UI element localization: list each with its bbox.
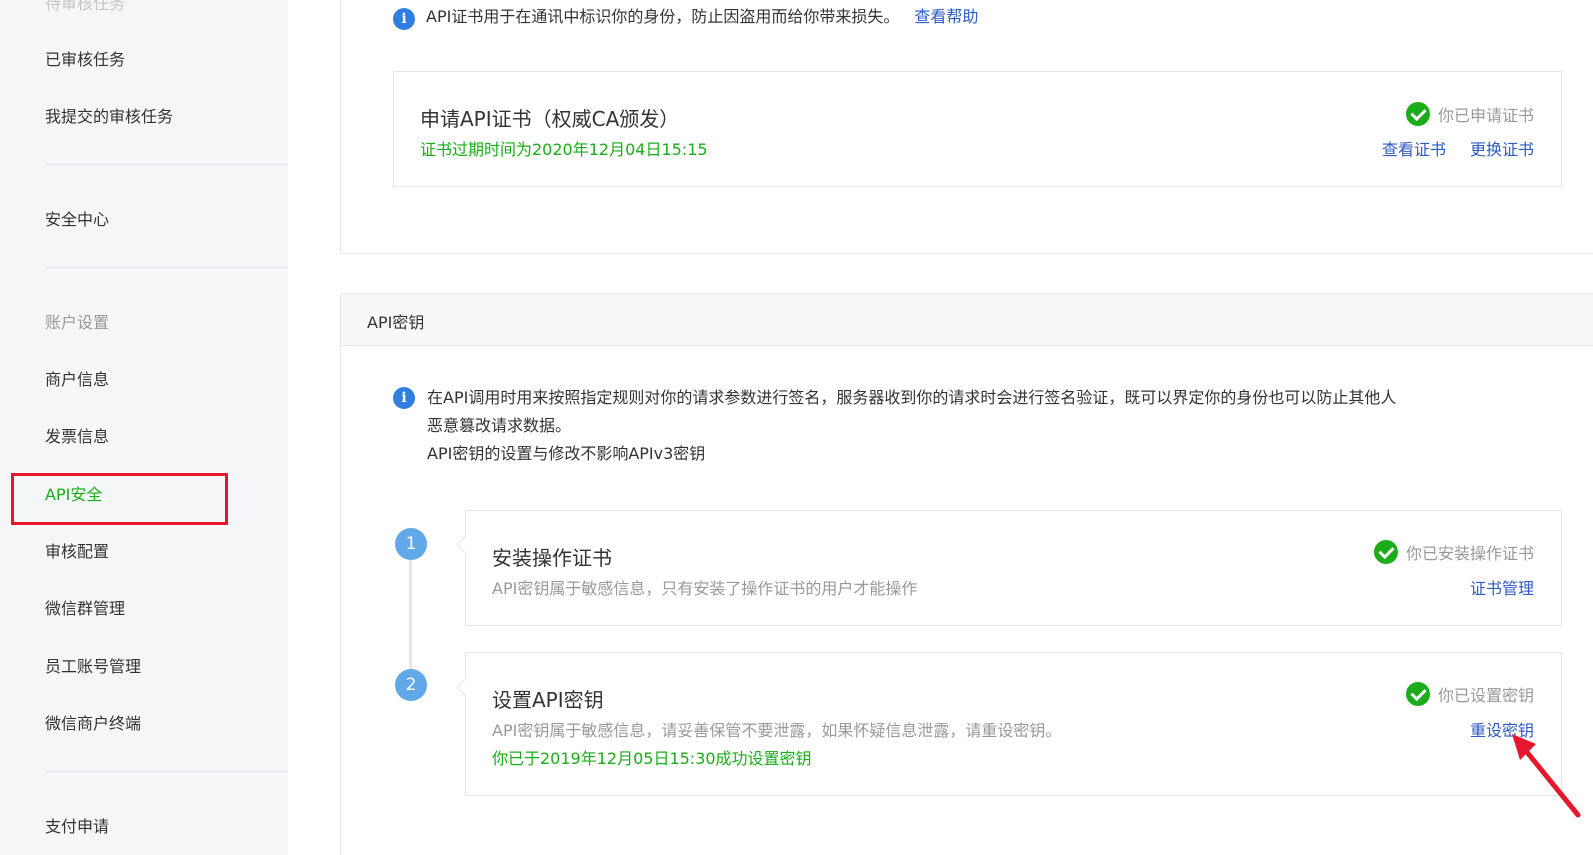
api-key-info-text: 在API调用时用来按照指定规则对你的请求参数进行签名，服务器收到你的请求时会进行…: [427, 384, 1547, 468]
sidebar-item-merchant-info[interactable]: 商户信息: [45, 366, 109, 390]
cert-info-text: API证书用于在通讯中标识你的身份，防止因盗用而给你带来损失。 查看帮助: [426, 3, 978, 31]
sidebar-item-payment-apply[interactable]: 支付申请: [45, 813, 109, 837]
sidebar-item-invoice-info[interactable]: 发票信息: [45, 423, 109, 447]
sidebar-item-reviewed-tasks[interactable]: 已审核任务: [45, 46, 125, 70]
help-link[interactable]: 查看帮助: [914, 7, 978, 26]
api-key-info-line: 在API调用时用来按照指定规则对你的请求参数进行签名，服务器收到你的请求时会进行…: [427, 388, 1397, 407]
step-2-status: 你已设置密钥: [1405, 682, 1534, 706]
step-2-desc: API密钥属于敏感信息，请妥善保管不要泄露，如果怀疑信息泄露，请重设密钥。: [492, 721, 1062, 740]
cert-card-title: 申请API证书（权威CA颁发）: [420, 107, 680, 131]
info-icon: i: [393, 387, 415, 409]
sidebar-group-account-settings: 账户设置: [45, 313, 110, 332]
replace-cert-link[interactable]: 更换证书: [1470, 136, 1534, 160]
check-circle-icon: [1405, 682, 1430, 706]
check-circle-icon: [1373, 540, 1398, 564]
sidebar-item-my-submitted-tasks[interactable]: 我提交的审核任务: [45, 103, 173, 127]
step-1-status-text: 你已安装操作证书: [1405, 544, 1534, 563]
cert-manage-link[interactable]: 证书管理: [1470, 575, 1534, 599]
cert-status-text: 你已申请证书: [1437, 106, 1534, 125]
highlight-box: [11, 473, 228, 525]
sidebar-item-security-center[interactable]: 安全中心: [45, 206, 109, 230]
sidebar-item-review-config[interactable]: 审核配置: [45, 538, 109, 562]
step-number-1: 1: [395, 528, 427, 560]
view-cert-link[interactable]: 查看证书: [1382, 136, 1446, 160]
sidebar-item-wechat-terminal[interactable]: 微信商户终端: [45, 710, 141, 734]
sidebar-divider: [45, 164, 288, 165]
sidebar-item-wechat-group[interactable]: 微信群管理: [45, 595, 125, 619]
step-2-success-note: 你已于2019年12月05日15:30成功设置密钥: [492, 749, 812, 768]
sidebar-item-partial[interactable]: 待审核任务: [45, 0, 125, 14]
api-cert-card: 申请API证书（权威CA颁发） 证书过期时间为2020年12月04日15:15 …: [393, 71, 1562, 187]
api-cert-panel: i API证书用于在通讯中标识你的身份，防止因盗用而给你带来损失。 查看帮助 申…: [340, 0, 1593, 254]
cert-expiry-text: 证书过期时间为2020年12月04日15:15: [420, 140, 708, 159]
step-2-title: 设置API密钥: [492, 688, 604, 712]
set-api-key-card: 设置API密钥 API密钥属于敏感信息，请妥善保管不要泄露，如果怀疑信息泄露，请…: [456, 652, 1562, 796]
sidebar: 待审核任务 已审核任务 我提交的审核任务 安全中心 账户设置 商户信息 发票信息…: [0, 0, 288, 855]
cert-actions: 查看证书 更换证书: [1382, 136, 1534, 160]
api-key-info-line: API密钥的设置与修改不影响APIv3密钥: [427, 444, 706, 463]
install-cert-card: 安装操作证书 API密钥属于敏感信息，只有安装了操作证书的用户才能操作 你已安装…: [456, 510, 1562, 626]
step-connector-line: [409, 544, 412, 686]
api-key-panel-header: API密钥: [341, 294, 1593, 346]
step-1-actions: 证书管理: [1470, 575, 1534, 599]
cert-status: 你已申请证书: [1405, 102, 1534, 126]
sidebar-item-staff-accounts[interactable]: 员工账号管理: [45, 653, 141, 677]
main-content: i API证书用于在通讯中标识你的身份，防止因盗用而给你带来损失。 查看帮助 申…: [288, 0, 1593, 855]
step-1-desc: API密钥属于敏感信息，只有安装了操作证书的用户才能操作: [492, 579, 918, 598]
step-1-title: 安装操作证书: [492, 546, 612, 570]
check-circle-icon: [1405, 102, 1430, 126]
step-number-2: 2: [395, 669, 427, 701]
api-key-panel: API密钥 i 在API调用时用来按照指定规则对你的请求参数进行签名，服务器收到…: [340, 293, 1593, 855]
step-2-status-text: 你已设置密钥: [1437, 686, 1534, 705]
step-1-status: 你已安装操作证书: [1373, 540, 1534, 564]
cert-info-message: API证书用于在通讯中标识你的身份，防止因盗用而给你带来损失。: [426, 7, 900, 26]
api-key-info-line: 恶意篡改请求数据。: [427, 416, 572, 435]
sidebar-divider: [45, 267, 288, 268]
card-pointer: [456, 678, 474, 696]
sidebar-divider: [45, 771, 288, 772]
red-arrow-annotation: [1512, 734, 1581, 818]
info-icon: i: [393, 8, 415, 30]
card-pointer: [456, 536, 474, 554]
